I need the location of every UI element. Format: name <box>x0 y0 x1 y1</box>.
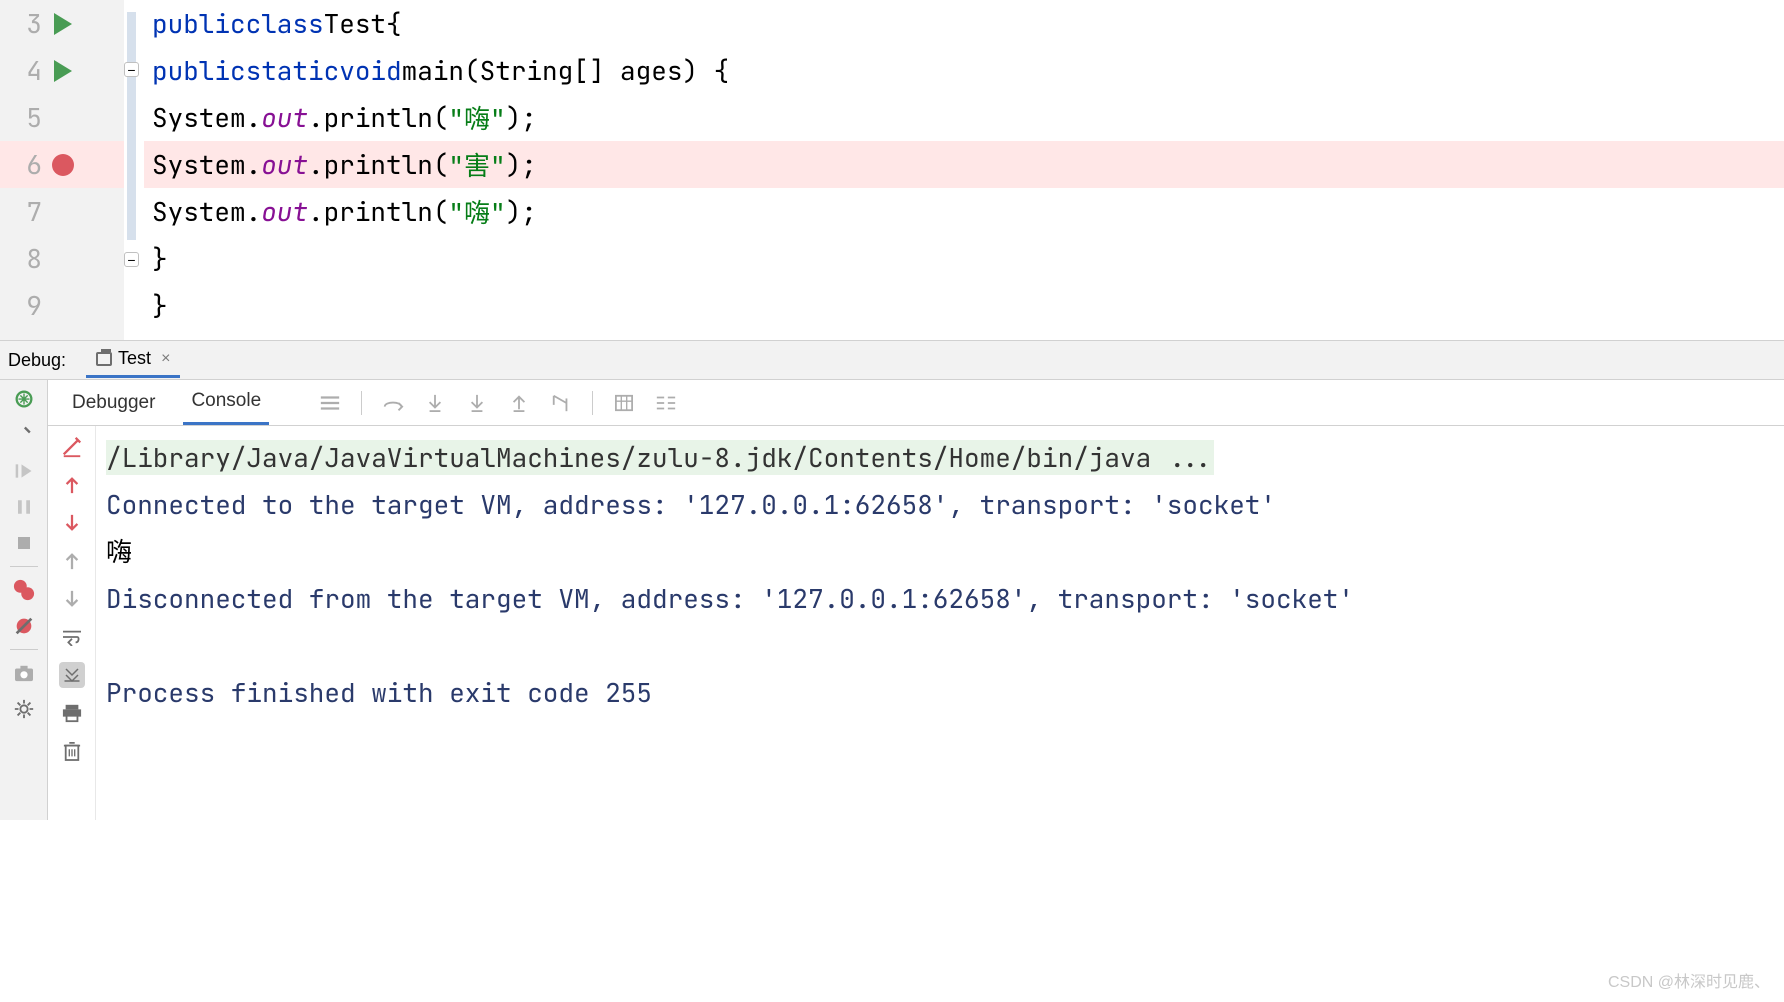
down-stack-icon[interactable] <box>59 510 85 536</box>
console-rail <box>48 426 96 820</box>
debug-left-rail <box>0 380 48 820</box>
line-number: 3 <box>12 6 42 41</box>
tab-console[interactable]: Console <box>183 380 269 425</box>
gutter-row-4[interactable]: 4 <box>0 47 124 94</box>
code-area[interactable]: public class Test { public static void m… <box>144 0 1784 340</box>
tab-debugger[interactable]: Debugger <box>64 382 163 424</box>
code-line-5[interactable]: System.out.println("嗨"); <box>144 94 1784 141</box>
debug-session-tab[interactable]: Test × <box>86 342 180 378</box>
camera-icon[interactable] <box>11 660 37 686</box>
force-step-into-icon[interactable] <box>466 392 488 414</box>
debug-panel: Debugger Console <box>0 380 1784 820</box>
line-number: 6 <box>12 147 42 182</box>
line-number: 5 <box>12 100 42 135</box>
rerun-debug-icon[interactable] <box>11 386 37 412</box>
code-line-4[interactable]: public static void main(String[] ages) { <box>144 47 1784 94</box>
gutter: 3 4 5 6 7 8 9 <box>0 0 124 340</box>
breakpoint-icon[interactable] <box>42 154 84 176</box>
view-breakpoints-icon[interactable] <box>11 577 37 603</box>
soft-wrap-icon[interactable] <box>59 624 85 650</box>
console-body: /Library/Java/JavaVirtualMachines/zulu-8… <box>48 426 1784 820</box>
mute-breakpoints-icon[interactable] <box>11 613 37 639</box>
print-icon[interactable] <box>59 700 85 726</box>
line-number: 7 <box>12 194 42 229</box>
scroll-up-icon[interactable] <box>59 548 85 574</box>
run-to-cursor-icon[interactable] <box>550 392 572 414</box>
gutter-row-6[interactable]: 6 <box>0 141 124 188</box>
gutter-row-3[interactable]: 3 <box>0 0 124 47</box>
vm-connected-line: Connected to the target VM, address: '12… <box>106 481 1774 528</box>
line-number: 8 <box>12 241 42 276</box>
watermark: CSDN @林深时见鹿、 <box>1608 968 1770 992</box>
scroll-to-end-icon[interactable] <box>59 662 85 688</box>
stdout-line: 嗨 <box>106 528 1774 575</box>
up-stack-icon[interactable] <box>59 472 85 498</box>
debug-label: Debug: <box>8 350 66 371</box>
stop-icon[interactable] <box>11 530 37 556</box>
code-line-9[interactable]: } <box>144 282 1784 329</box>
step-out-icon[interactable] <box>508 392 530 414</box>
run-icon[interactable] <box>42 60 84 82</box>
threads-icon[interactable] <box>319 392 341 414</box>
fold-handle-top[interactable]: − <box>124 62 139 77</box>
close-icon[interactable]: × <box>161 350 170 368</box>
run-icon[interactable] <box>42 13 84 35</box>
console-output[interactable]: /Library/Java/JavaVirtualMachines/zulu-8… <box>96 426 1784 820</box>
gutter-row-7[interactable]: 7 <box>0 188 124 235</box>
gutter-row-8[interactable]: 8 <box>0 235 124 282</box>
evaluate-icon[interactable] <box>613 392 635 414</box>
debug-tabs: Debugger Console <box>48 380 1784 426</box>
code-line-3[interactable]: public class Test { <box>144 0 1784 47</box>
clear-icon[interactable] <box>59 738 85 764</box>
vm-disconnected-line: Disconnected from the target VM, address… <box>106 575 1774 622</box>
code-line-8[interactable]: } <box>144 235 1784 282</box>
debug-toolwindow-bar: Debug: Test × <box>0 340 1784 380</box>
step-over-icon[interactable] <box>382 392 404 414</box>
line-number: 4 <box>12 53 42 88</box>
command-line: /Library/Java/JavaVirtualMachines/zulu-8… <box>106 440 1214 475</box>
gutter-row-9[interactable]: 9 <box>0 282 124 329</box>
console-wrap: Debugger Console <box>48 380 1784 820</box>
line-number: 9 <box>12 288 42 323</box>
step-into-icon[interactable] <box>424 392 446 414</box>
fold-strip: − − <box>124 0 144 340</box>
gutter-row-5[interactable]: 5 <box>0 94 124 141</box>
resume-icon[interactable] <box>11 458 37 484</box>
exit-code-line: Process finished with exit code 255 <box>106 669 1774 716</box>
trace-icon[interactable] <box>655 392 677 414</box>
application-icon <box>96 352 112 366</box>
settings-gear-icon[interactable] <box>11 696 37 722</box>
code-line-7[interactable]: System.out.println("嗨"); <box>144 188 1784 235</box>
debug-session-name: Test <box>118 348 151 369</box>
scroll-down-icon[interactable] <box>59 586 85 612</box>
editor-area: 3 4 5 6 7 8 9 − − pub <box>0 0 1784 340</box>
pause-icon[interactable] <box>11 494 37 520</box>
code-line-6[interactable]: System.out.println("害"); <box>144 141 1784 188</box>
fold-handle-bottom[interactable]: − <box>124 252 139 267</box>
edit-source-icon[interactable] <box>59 434 85 460</box>
settings-icon[interactable] <box>11 422 37 448</box>
